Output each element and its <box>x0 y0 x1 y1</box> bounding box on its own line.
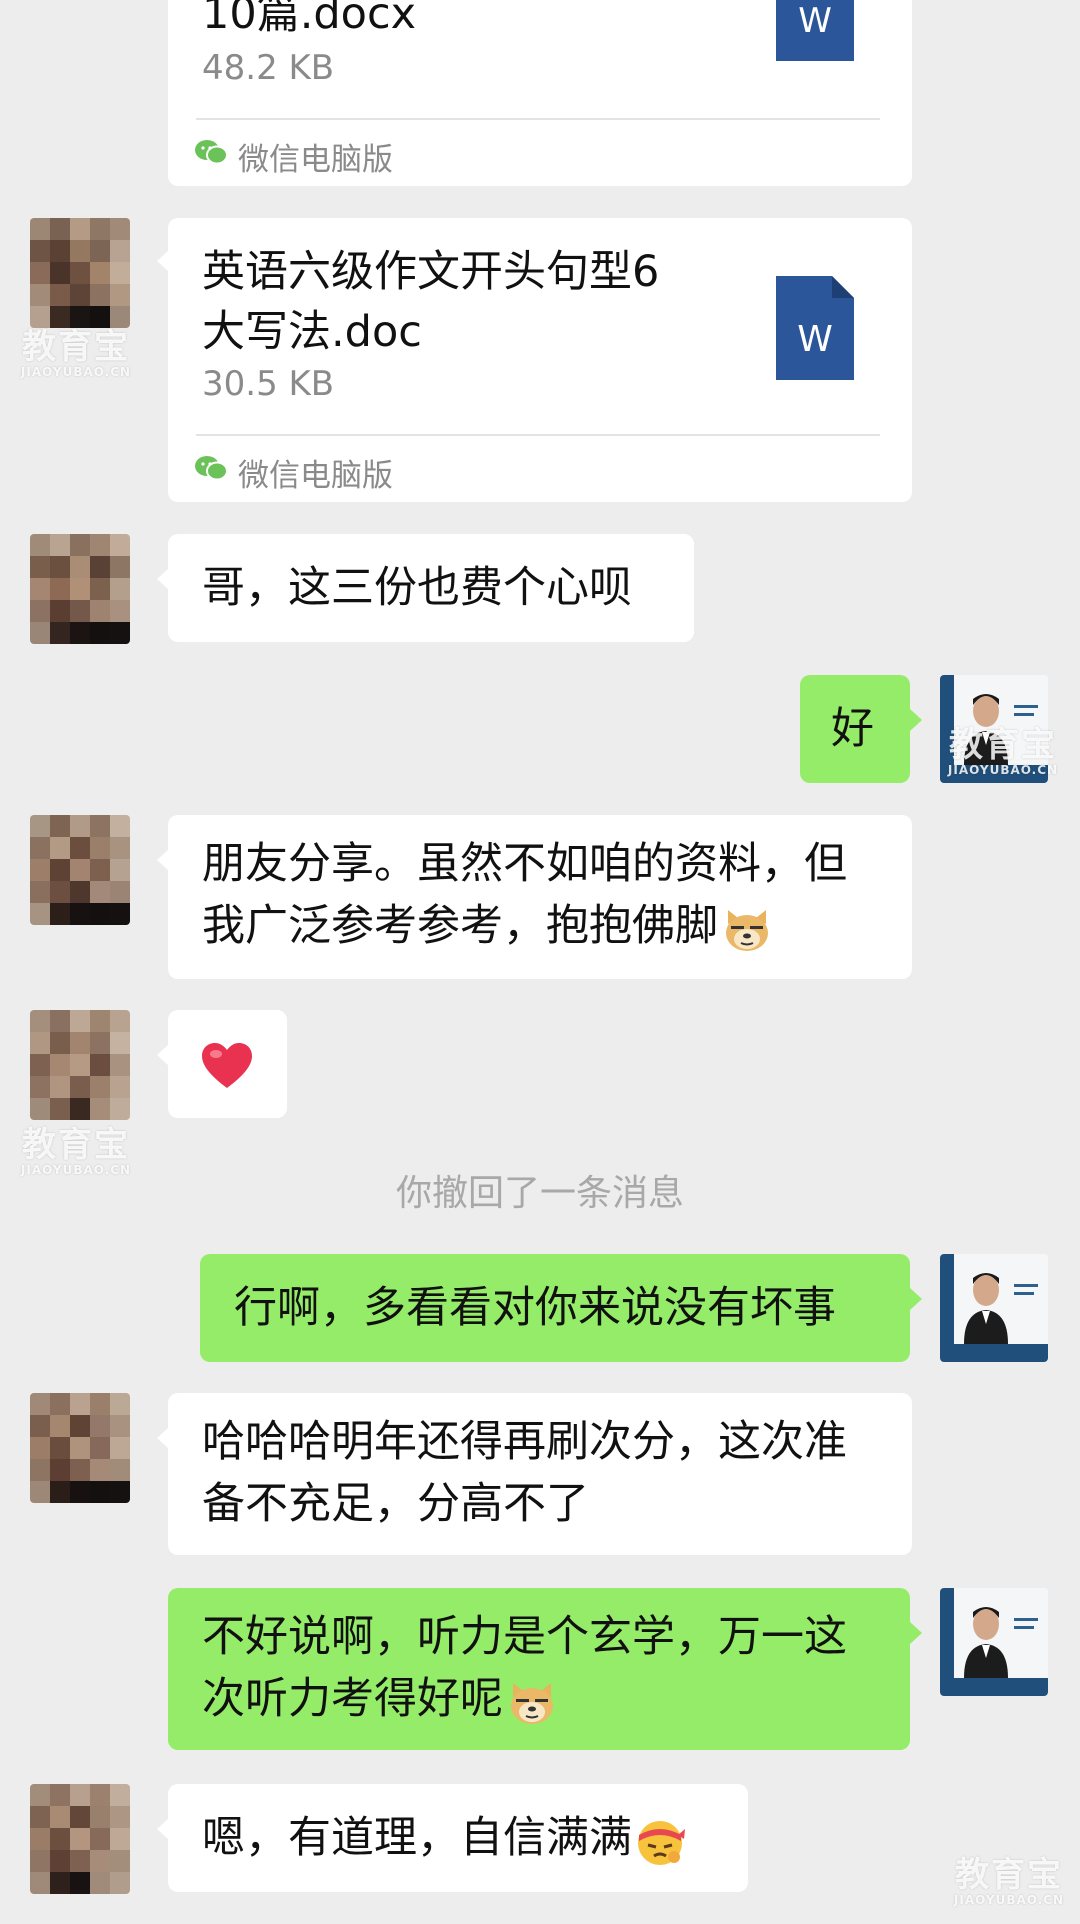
determined-face-emoji-icon <box>638 1820 685 1865</box>
wechat-icon <box>195 140 228 165</box>
bubble-tail <box>910 709 922 731</box>
system-recall-notice: 你撤回了一条消息 <box>395 1173 684 1214</box>
message-text-line-1: 不好说啊，听力是个玄学，万一这 <box>202 1612 847 1662</box>
message-text: 嗯，有道理，自信满满 <box>202 1807 686 1869</box>
message-text-line-2: 次听力考得好呢 <box>202 1668 557 1730</box>
my-avatar[interactable] <box>940 1588 1048 1696</box>
heart-emoji-icon <box>202 1043 252 1088</box>
contact-avatar[interactable] <box>30 218 130 328</box>
outgoing-message[interactable]: 好 <box>800 675 910 783</box>
contact-avatar[interactable] <box>30 1784 130 1894</box>
incoming-message[interactable]: 朋友分享。虽然不如咱的资料，但 我广泛参考参考，抱抱佛脚 <box>168 815 912 979</box>
file-source: 微信电脑版 <box>238 458 393 494</box>
file-name: 10篇.docx <box>202 0 417 39</box>
file-name-line-2: 大写法.doc <box>202 307 422 357</box>
doge-emoji-icon <box>726 909 768 951</box>
contact-avatar[interactable] <box>30 1010 130 1120</box>
message-text-line-2: 我广泛参考参考，抱抱佛脚 <box>202 895 772 957</box>
file-message-1[interactable]: 10篇.docx 48.2 KB W 微信电脑版 <box>168 0 912 186</box>
file-size: 48.2 KB <box>202 48 335 88</box>
doge-emoji-icon <box>511 1682 553 1724</box>
incoming-message[interactable]: 哈哈哈明年还得再刷次分，这次准 备不充足，分高不了 <box>168 1393 912 1555</box>
outgoing-message[interactable]: 不好说啊，听力是个玄学，万一这 次听力考得好呢 <box>168 1588 910 1750</box>
bubble-tail <box>910 1288 922 1310</box>
file-message-2[interactable]: 英语六级作文开头句型6 大写法.doc 30.5 KB W 微信电脑版 <box>168 218 912 502</box>
message-text-line-1: 哈哈哈明年还得再刷次分，这次准 <box>202 1417 847 1467</box>
watermark: 教育宝 JIAOYUBAO.CN <box>947 725 1059 777</box>
word-doc-icon: W <box>776 276 854 380</box>
word-doc-icon: W <box>776 0 854 61</box>
incoming-message[interactable]: 嗯，有道理，自信满满 <box>168 1784 748 1892</box>
profile-photo <box>940 1588 1048 1696</box>
file-name-line-1: 英语六级作文开头句型6 <box>202 247 660 297</box>
watermark: 教育宝 JIAOYUBAO.CN <box>20 327 132 379</box>
message-text: 哥，这三份也费个心呗 <box>202 563 632 613</box>
incoming-message[interactable]: 哥，这三份也费个心呗 <box>168 534 694 642</box>
card-divider <box>196 434 880 436</box>
message-text-line-2: 备不充足，分高不了 <box>202 1479 589 1529</box>
message-text: 行啊，多看看对你来说没有坏事 <box>234 1283 836 1333</box>
outgoing-message[interactable]: 行啊，多看看对你来说没有坏事 <box>200 1254 910 1362</box>
message-text: 好 <box>831 704 874 754</box>
contact-avatar[interactable] <box>30 534 130 644</box>
svg-text:W: W <box>798 1 832 41</box>
wechat-icon <box>195 456 228 481</box>
contact-avatar[interactable] <box>30 815 130 925</box>
contact-avatar[interactable] <box>30 1393 130 1503</box>
svg-text:W: W <box>797 319 833 360</box>
my-avatar[interactable] <box>940 1254 1048 1362</box>
file-size: 30.5 KB <box>202 364 335 404</box>
profile-photo <box>940 1254 1048 1362</box>
message-text-line-1: 朋友分享。虽然不如咱的资料，但 <box>202 839 847 889</box>
file-source: 微信电脑版 <box>238 142 393 178</box>
bubble-tail <box>910 1622 922 1644</box>
card-divider <box>196 118 880 120</box>
watermark: 教育宝 JIAOYUBAO.CN <box>953 1855 1065 1907</box>
incoming-message[interactable] <box>168 1010 287 1118</box>
